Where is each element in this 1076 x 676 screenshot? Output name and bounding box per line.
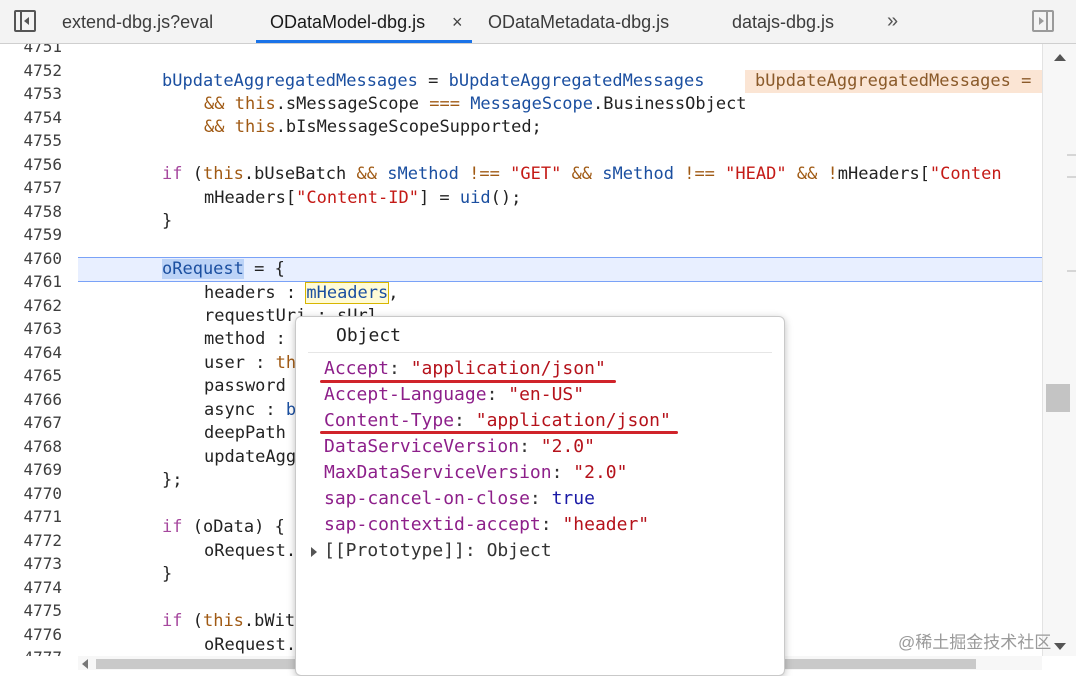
property-key: sap-cancel-on-close	[324, 488, 530, 509]
property-key: sap-contextid-accept	[324, 514, 541, 535]
property-row[interactable]: sap-cancel-on-close: true	[324, 486, 595, 512]
line-number[interactable]: 4757	[0, 176, 62, 199]
tab-datajs-dbg[interactable]: datajs-dbg.js	[732, 0, 834, 44]
close-icon[interactable]: ×	[452, 0, 463, 44]
hovered-token[interactable]: mHeaders	[305, 282, 390, 304]
line-number[interactable]: 4775	[0, 599, 62, 622]
vertical-scroll-thumb[interactable]	[1046, 384, 1070, 412]
vertical-scrollbar[interactable]	[1042, 44, 1076, 656]
property-row[interactable]: MaxDataServiceVersion: "2.0"	[324, 460, 627, 486]
code-line: mHeaders["Content-ID"] = uid();	[204, 188, 522, 208]
scroll-marker	[1067, 270, 1076, 272]
line-number[interactable]: 4766	[0, 388, 62, 411]
code-line: bUpdateAggregatedMessages = bUpdateAggre…	[162, 71, 705, 91]
line-number[interactable]: 4752	[0, 59, 62, 82]
code-line: oRequest.	[204, 635, 297, 655]
property-row[interactable]: Accept: "application/json"	[324, 356, 606, 382]
watermark: @稀土掘金技术社区	[898, 633, 1052, 652]
line-number[interactable]: 4768	[0, 435, 62, 458]
property-key: MaxDataServiceVersion	[324, 462, 552, 483]
expand-triangle-icon[interactable]	[311, 547, 317, 557]
line-number[interactable]: 4754	[0, 106, 62, 129]
code-line: && this.sMessageScope === MessageScope.B…	[204, 94, 747, 114]
code-line: oRequest = {	[162, 259, 285, 279]
code-line: }	[162, 564, 173, 584]
property-value: "header"	[562, 514, 650, 535]
property-value: "2.0"	[540, 436, 595, 457]
line-number[interactable]: 4772	[0, 529, 62, 552]
property-key: Accept	[324, 358, 390, 379]
property-key: Content-Type	[324, 410, 455, 431]
code-line: if (this.bWit	[162, 611, 296, 631]
line-number[interactable]: 4763	[0, 317, 62, 340]
annotation-underline	[320, 431, 678, 434]
line-number[interactable]: 4759	[0, 223, 62, 246]
property-value: "en-US"	[508, 384, 585, 405]
line-number[interactable]: 4762	[0, 294, 62, 317]
line-gutter[interactable]: 4751 4752 4753 4754 4755 4756 4757 4758 4759 4760…	[0, 44, 78, 656]
line-number[interactable]: 4755	[0, 129, 62, 152]
scroll-down-icon[interactable]	[1054, 643, 1066, 650]
line-number[interactable]: 4753	[0, 82, 62, 105]
line-number[interactable]: 4776	[0, 623, 62, 646]
code-line: headers : mHeaders,	[204, 282, 399, 304]
code-line: if (oData) {	[162, 517, 285, 537]
property-row[interactable]: sap-contextid-accept: "header"	[324, 512, 649, 538]
code-line: deepPath	[204, 423, 286, 443]
property-row[interactable]: Accept-Language: "en-US"	[324, 382, 584, 408]
scroll-up-icon[interactable]	[1054, 54, 1066, 61]
inline-value-preview: bUpdateAggregatedMessages = u	[745, 70, 1042, 93]
line-number[interactable]: 4751	[0, 44, 62, 58]
line-number[interactable]: 4771	[0, 505, 62, 528]
code-line: async : b	[204, 400, 297, 420]
code-line: user : th	[204, 353, 297, 373]
line-number[interactable]: 4769	[0, 458, 62, 481]
line-number[interactable]: 4760	[0, 247, 62, 270]
line-number[interactable]: 4774	[0, 576, 62, 599]
line-number[interactable]: 4767	[0, 411, 62, 434]
annotation-underline	[320, 380, 616, 383]
code-line: if (this.bUseBatch && sMethod !== "GET" …	[162, 164, 1002, 184]
code-line: };	[162, 470, 183, 490]
code-line: oRequest.	[204, 541, 297, 561]
prototype-row[interactable]: [[Prototype]]: Object	[324, 538, 552, 564]
line-number[interactable]: 4770	[0, 482, 62, 505]
property-value: "2.0"	[573, 462, 628, 483]
tab-odatametadata-dbg[interactable]: ODataMetadata-dbg.js	[488, 0, 669, 44]
popover-divider	[308, 352, 772, 353]
line-number[interactable]: 4773	[0, 552, 62, 575]
code-line: updateAgg	[204, 447, 297, 467]
popover-title: Object	[336, 325, 402, 346]
line-number[interactable]: 4758	[0, 200, 62, 223]
line-number[interactable]: 4765	[0, 364, 62, 387]
current-line-highlight	[0, 257, 1042, 282]
scroll-marker	[1067, 154, 1076, 156]
code-line: && this.bIsMessageScopeSupported;	[204, 117, 542, 137]
line-number[interactable]: 4764	[0, 341, 62, 364]
toggle-navigator-icon[interactable]	[14, 10, 36, 32]
property-key: DataServiceVersion	[324, 436, 520, 457]
line-number[interactable]: 4756	[0, 153, 62, 176]
line-number[interactable]: 4777	[0, 646, 62, 656]
property-key: Accept-Language	[324, 384, 487, 405]
tab-extend-dbg[interactable]: extend-dbg.js?eval	[62, 0, 213, 44]
property-value: "application/json"	[475, 410, 671, 431]
scroll-left-icon[interactable]	[82, 659, 88, 669]
line-number[interactable]: 4761	[0, 270, 62, 293]
code-line: password	[204, 376, 286, 396]
object-preview-popover: Object Accept: "application/json" Accept-…	[295, 316, 785, 676]
tab-odatamodel-dbg[interactable]: ODataModel-dbg.js	[270, 0, 425, 44]
active-tab-indicator	[256, 40, 472, 43]
tab-bar: extend-dbg.js?eval ODataModel-dbg.js × O…	[0, 0, 1076, 44]
code-line: }	[162, 211, 173, 231]
selected-token: oRequest	[162, 259, 244, 279]
scroll-marker	[1067, 176, 1076, 178]
property-value: "application/json"	[410, 358, 606, 379]
code-line: method :	[204, 329, 297, 349]
property-value: true	[551, 488, 595, 509]
property-row[interactable]: DataServiceVersion: "2.0"	[324, 434, 595, 460]
more-tabs-icon[interactable]: »	[887, 0, 898, 44]
toggle-debugger-icon[interactable]	[1032, 10, 1054, 32]
